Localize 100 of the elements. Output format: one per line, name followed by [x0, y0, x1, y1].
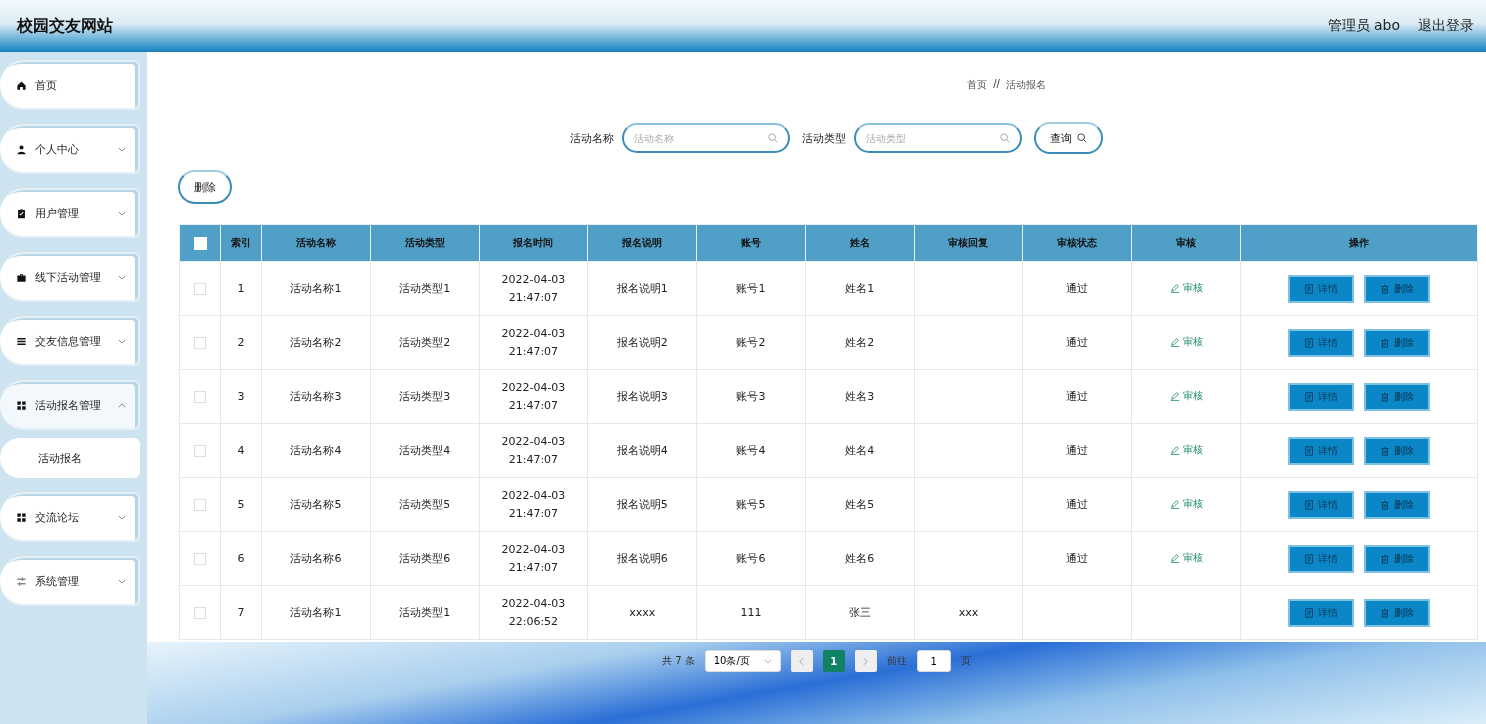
table-cell: 报名说明6 — [587, 531, 697, 586]
pencil-icon — [1169, 499, 1180, 509]
pencil-icon — [1169, 391, 1180, 401]
table-cell: 通过 — [1022, 423, 1132, 478]
search-field[interactable]: 活动类型 — [854, 123, 1022, 153]
search-icon — [768, 133, 778, 143]
row-checkbox[interactable] — [194, 390, 206, 403]
chevron-icon — [118, 146, 126, 152]
table-cell: 姓名2 — [805, 315, 915, 370]
table-cell: 通过 — [1022, 261, 1132, 316]
detail-button[interactable]: 详情 — [1288, 382, 1354, 411]
row-checkbox[interactable] — [194, 606, 206, 619]
table-cell: 111 — [696, 585, 806, 640]
delete-row-button[interactable]: 删除 — [1364, 274, 1430, 303]
clipboard-icon — [16, 207, 27, 219]
row-checkbox[interactable] — [194, 444, 206, 457]
total-count: 共 7 条 — [662, 654, 695, 668]
goto-label: 前往 — [886, 654, 907, 668]
table-cell: 5 — [220, 477, 262, 532]
table-cell: 活动名称2 — [261, 315, 371, 370]
table-cell: 账号1 — [696, 261, 806, 316]
document-icon — [1304, 391, 1314, 402]
detail-button[interactable]: 详情 — [1288, 436, 1354, 465]
sidebar-item[interactable]: 系统管理 — [0, 556, 140, 606]
table-cell: 2022-04-03 21:47:07 — [479, 315, 588, 370]
table-cell: 4 — [220, 423, 262, 478]
prev-page-button[interactable] — [790, 650, 813, 672]
sidebar-item[interactable]: 首页 — [0, 60, 140, 110]
table-cell: xxxx — [587, 585, 697, 640]
row-checkbox[interactable] — [194, 336, 206, 349]
chevron-icon — [118, 578, 126, 584]
table-cell: 2 — [220, 315, 262, 370]
home-icon — [16, 79, 27, 91]
search-button[interactable]: 查询 — [1034, 122, 1103, 154]
delete-row-button[interactable]: 删除 — [1364, 598, 1430, 627]
search-icon — [1077, 133, 1087, 143]
column-header: 审核状态 — [1022, 224, 1132, 262]
table-cell: 活动名称4 — [261, 423, 371, 478]
document-icon — [1304, 553, 1314, 564]
column-header: 报名说明 — [587, 224, 697, 262]
table-cell: 账号3 — [696, 369, 806, 424]
delete-button[interactable]: 删除 — [178, 170, 232, 204]
review-link[interactable]: 审核 — [1163, 548, 1209, 568]
review-link[interactable]: 审核 — [1163, 494, 1209, 514]
goto-page-field[interactable]: 1 — [916, 650, 951, 672]
chevron-icon — [118, 274, 126, 280]
review-link[interactable]: 审核 — [1163, 278, 1209, 298]
sidebar-subitem[interactable]: 活动报名 — [0, 438, 140, 478]
delete-row-button[interactable]: 删除 — [1364, 544, 1430, 573]
row-checkbox[interactable] — [194, 498, 206, 511]
table-cell: 2022-04-03 22:06:52 — [479, 585, 588, 640]
detail-button[interactable]: 详情 — [1288, 544, 1354, 573]
sidebar-item[interactable]: 交流论坛 — [0, 492, 140, 542]
delete-row-button[interactable]: 删除 — [1364, 436, 1430, 465]
trash-icon — [1380, 553, 1390, 564]
select-all-checkbox[interactable] — [193, 236, 207, 250]
table-cell: 姓名1 — [805, 261, 915, 316]
breadcrumb-item[interactable]: 首页 — [967, 78, 988, 98]
detail-button[interactable]: 详情 — [1288, 274, 1354, 303]
document-icon — [1304, 607, 1314, 618]
detail-button[interactable]: 详情 — [1288, 490, 1354, 519]
review-link[interactable]: 审核 — [1163, 332, 1209, 352]
review-link[interactable]: 审核 — [1163, 440, 1209, 460]
review-link[interactable]: 审核 — [1163, 386, 1209, 406]
sidebar-item[interactable]: 个人中心 — [0, 124, 140, 174]
chevron-icon — [118, 338, 126, 344]
row-checkbox[interactable] — [194, 552, 206, 565]
search-field[interactable]: 活动名称 — [622, 123, 790, 153]
table-cell: 活动类型4 — [370, 423, 480, 478]
table-cell: 姓名4 — [805, 423, 915, 478]
pencil-icon — [1169, 283, 1180, 293]
sidebar-item[interactable]: 线下活动管理 — [0, 252, 140, 302]
page-number[interactable]: 1 — [822, 650, 845, 672]
pencil-icon — [1169, 445, 1180, 455]
table-cell: 3 — [220, 369, 262, 424]
delete-row-button[interactable]: 删除 — [1364, 490, 1430, 519]
column-header: 姓名 — [805, 224, 915, 262]
delete-row-button[interactable]: 删除 — [1364, 328, 1430, 357]
column-header: 报名时间 — [479, 224, 588, 262]
page-size-select[interactable]: 10条/页 — [704, 650, 781, 672]
sidebar-item[interactable]: 交友信息管理 — [0, 316, 140, 366]
detail-button[interactable]: 详情 — [1288, 598, 1354, 627]
table-cell: xxx — [914, 585, 1023, 640]
delete-row-button[interactable]: 删除 — [1364, 382, 1430, 411]
detail-button[interactable]: 详情 — [1288, 328, 1354, 357]
person-icon — [16, 143, 27, 155]
trash-icon — [1380, 337, 1390, 348]
next-page-button[interactable] — [854, 650, 877, 672]
breadcrumb-item: 活动报名 — [1005, 78, 1046, 92]
chevron-down-icon — [763, 658, 772, 664]
user-label: 管理员 abo — [1327, 17, 1400, 35]
table-cell: 报名说明4 — [587, 423, 697, 478]
chevron-icon — [118, 514, 126, 520]
table-cell: 活动类型6 — [370, 531, 480, 586]
sidebar-item[interactable]: 活动报名管理 — [0, 380, 140, 430]
row-checkbox[interactable] — [194, 282, 206, 295]
pencil-icon — [1169, 337, 1180, 347]
sidebar-item[interactable]: 用户管理 — [0, 188, 140, 238]
table-cell: 7 — [220, 585, 262, 640]
logout-link[interactable]: 退出登录 — [1418, 17, 1474, 35]
